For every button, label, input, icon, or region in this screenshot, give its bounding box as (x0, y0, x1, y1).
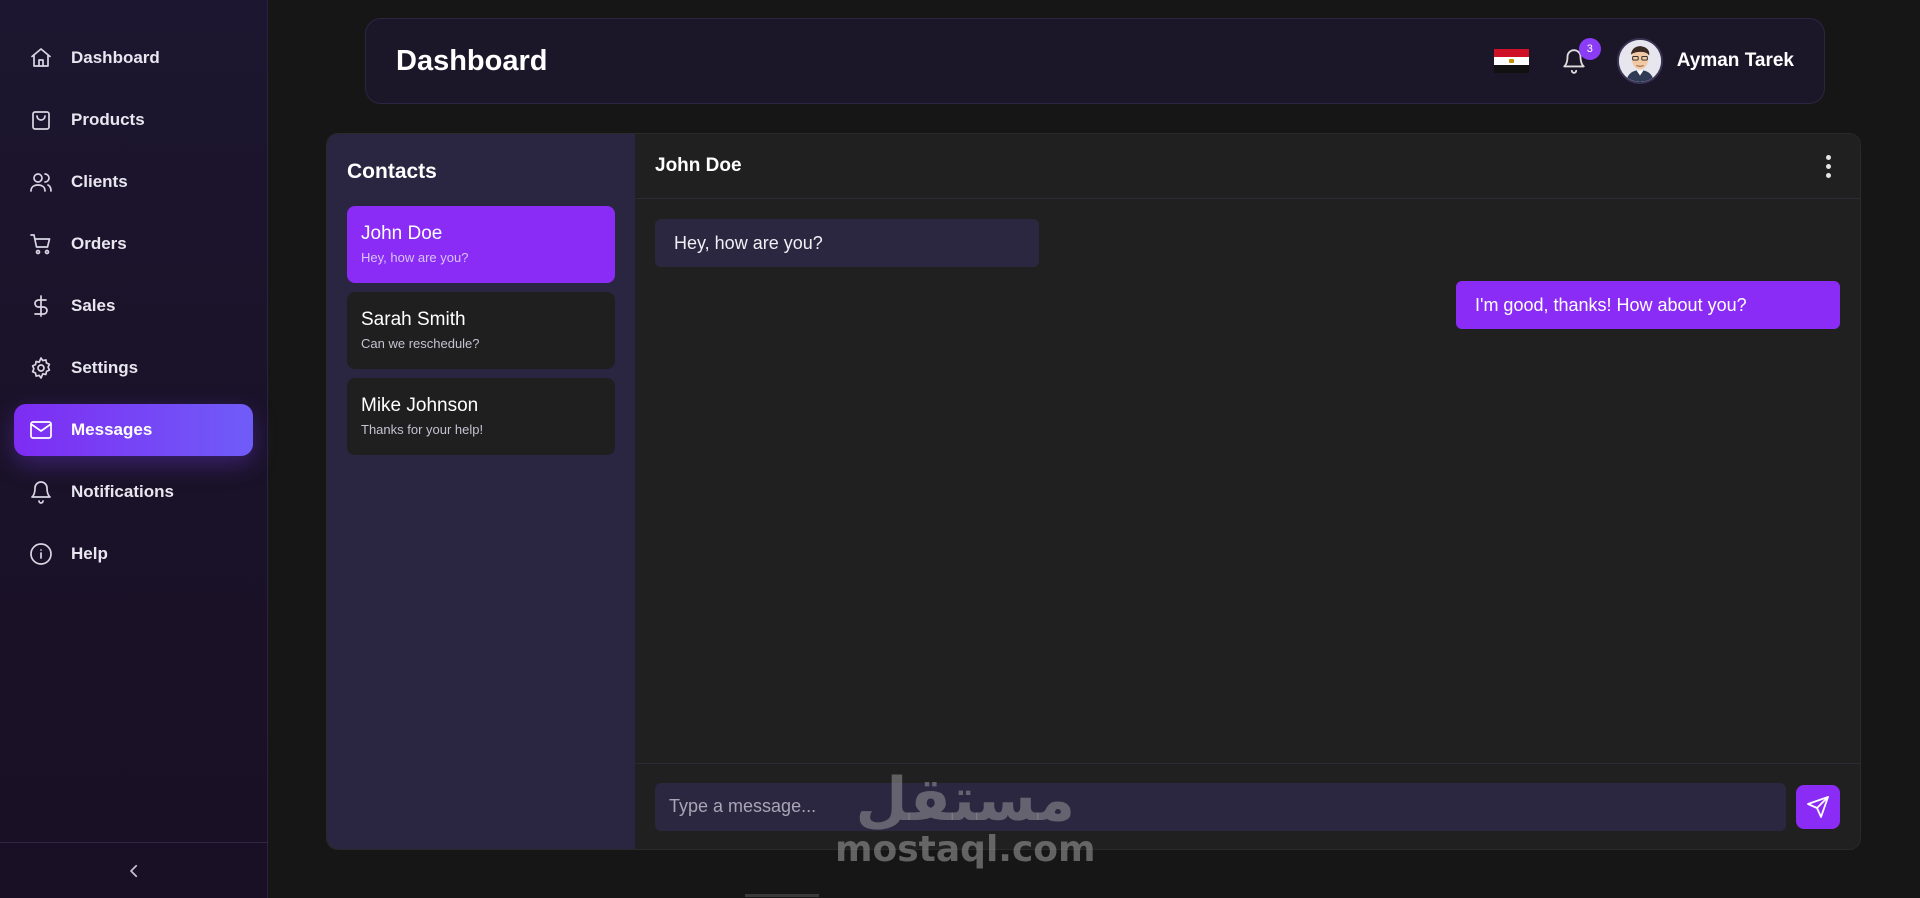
chat-header: John Doe (635, 134, 1860, 199)
contact-item[interactable]: John Doe Hey, how are you? (347, 206, 615, 283)
home-icon (28, 45, 54, 71)
sidebar-item-label: Messages (71, 420, 153, 439)
notifications-button[interactable]: 3 (1559, 38, 1601, 76)
contact-item[interactable]: Mike Johnson Thanks for your help! (347, 378, 615, 455)
sidebar-nav: Dashboard Products Clients Orders Sales … (14, 32, 253, 590)
avatar[interactable] (1616, 38, 1663, 84)
sidebar-item-clients[interactable]: Clients (14, 156, 253, 208)
app-root: Dashboard Products Clients Orders Sales … (0, 0, 1920, 898)
sidebar-item-dashboard[interactable]: Dashboard (14, 32, 253, 84)
send-icon (1807, 795, 1829, 818)
bell-icon (28, 479, 54, 505)
contact-preview: Thanks for your help! (361, 422, 484, 437)
send-button[interactable] (1796, 784, 1840, 829)
page-title: Dashboard (396, 44, 548, 77)
cart-icon (28, 231, 54, 257)
sidebar-item-label: Sales (71, 296, 116, 315)
chat-panel: Contacts John Doe Hey, how are you? Sara… (326, 133, 1861, 850)
chevron-left-icon (130, 864, 138, 877)
collapse-sidebar-button[interactable] (118, 855, 150, 887)
contact-item[interactable]: Sarah Smith Can we reschedule? (347, 292, 615, 369)
sidebar-item-label: Products (71, 110, 145, 129)
header-actions: 3 Ayman Tarek (1493, 38, 1794, 84)
contact-preview: Can we reschedule? (361, 336, 480, 351)
sidebar-item-messages[interactable]: Messages (14, 404, 253, 456)
contact-name: Sarah Smith (361, 309, 466, 330)
message-list: Hey, how are you? I'm good, thanks! How … (635, 199, 1860, 777)
sidebar-item-orders[interactable]: Orders (14, 218, 253, 270)
contacts-title: Contacts (347, 160, 437, 183)
sidebar-footer (0, 842, 268, 898)
sidebar-item-products[interactable]: Products (14, 94, 253, 146)
sidebar-item-label: Help (71, 544, 108, 563)
outgoing-message: I'm good, thanks! How about you? (1456, 281, 1840, 329)
chat-window: John Doe Hey, how are you? I'm good, tha… (635, 134, 1860, 849)
shopping-bag-icon (28, 107, 54, 133)
contacts-sidebar: Contacts John Doe Hey, how are you? Sara… (327, 134, 635, 849)
sidebar-item-help[interactable]: Help (14, 528, 253, 580)
sidebar-item-notifications[interactable]: Notifications (14, 466, 253, 518)
message-input[interactable] (655, 782, 1786, 831)
gear-icon (28, 355, 54, 381)
contact-name: John Doe (361, 223, 443, 244)
more-options-icon[interactable] (1816, 151, 1840, 181)
sidebar-item-label: Notifications (71, 482, 174, 501)
sidebar-item-label: Clients (71, 172, 128, 191)
mail-icon (28, 417, 54, 443)
dollar-icon (28, 293, 54, 319)
message-composer (635, 763, 1860, 849)
sidebar-item-sales[interactable]: Sales (14, 280, 253, 332)
chat-contact-name: John Doe (655, 155, 742, 176)
contact-name: Mike Johnson (361, 395, 479, 416)
incoming-message: Hey, how are you? (655, 219, 1039, 267)
user-name[interactable]: Ayman Tarek (1677, 50, 1794, 72)
sidebar-item-label: Orders (71, 234, 127, 253)
contact-preview: Hey, how are you? (361, 250, 469, 265)
sidebar: Dashboard Products Clients Orders Sales … (0, 0, 268, 898)
sidebar-item-label: Settings (71, 358, 139, 377)
info-icon (28, 541, 54, 567)
users-icon (28, 169, 54, 195)
sidebar-item-label: Dashboard (71, 48, 160, 67)
notification-count-badge: 3 (1578, 38, 1601, 60)
scroll-indicator (745, 894, 819, 897)
top-header: Dashboard 3 Ayman Tarek (365, 18, 1825, 104)
egypt-flag-icon[interactable] (1493, 49, 1529, 73)
sidebar-item-settings[interactable]: Settings (14, 342, 253, 394)
